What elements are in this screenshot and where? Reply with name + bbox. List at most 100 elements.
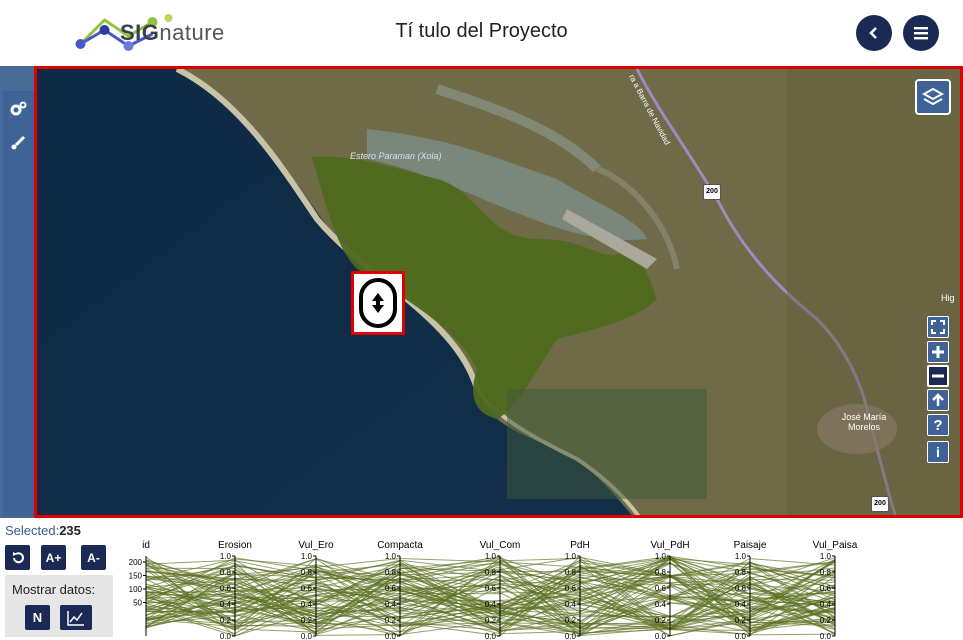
tick-label: 1.0 <box>385 552 397 561</box>
tick-label: 0.2 <box>820 616 832 625</box>
menu-button[interactable] <box>903 15 939 51</box>
move-up-button[interactable] <box>927 389 949 411</box>
tick-label: 0.8 <box>820 568 832 577</box>
show-chart-button[interactable] <box>60 605 92 630</box>
tick-label: 0.8 <box>220 568 232 577</box>
tick-label: 0.4 <box>385 600 397 609</box>
selected-count: Selected:235 <box>5 523 81 538</box>
highway-shield: 200 <box>703 184 721 200</box>
page-title: Tí tulo del Proyecto <box>395 20 568 42</box>
tick-label: 0.8 <box>301 568 313 577</box>
fullscreen-icon <box>931 320 945 334</box>
selected-label: Selected: <box>5 523 60 538</box>
tick-label: 150 <box>129 572 143 581</box>
tick-label: 0.2 <box>301 616 313 625</box>
tick-label: 0.4 <box>485 600 497 609</box>
left-toolbar <box>0 66 34 518</box>
tick-label: 1.0 <box>301 552 313 561</box>
font-decrease-button[interactable]: A- <box>81 545 106 570</box>
help-icon: ? <box>933 416 943 434</box>
axis-label: Vul_Paisa <box>813 540 858 551</box>
edge-place-label: Hig <box>941 293 955 303</box>
paintbrush-icon[interactable] <box>8 133 28 153</box>
tick-label: 0.6 <box>385 584 397 593</box>
tick-label: 0.4 <box>735 600 747 609</box>
tick-label: 0.8 <box>655 568 667 577</box>
tick-label: 1.0 <box>820 552 832 561</box>
chevron-left-icon <box>869 27 877 39</box>
hamburger-icon <box>914 27 928 40</box>
info-button[interactable]: i <box>927 441 949 463</box>
tick-label: 0.6 <box>220 584 232 593</box>
tick-label: 0.2 <box>485 616 497 625</box>
tick-label: 1.0 <box>220 552 232 561</box>
axis-label: Vul_PdH <box>650 540 689 551</box>
zoom-out-icon <box>932 374 944 378</box>
town-label: José María Morelos <box>841 412 887 432</box>
axis-label: Erosion <box>218 540 252 551</box>
reset-button[interactable] <box>5 545 30 570</box>
axis-label: Vul_Com <box>480 540 521 551</box>
arrow-up-icon <box>932 393 944 406</box>
tick-label: 0.4 <box>820 600 832 609</box>
map-view[interactable]: Estero Paraman (Xola) ra a Barra de Navi… <box>34 66 963 518</box>
tick-label: 0.2 <box>735 616 747 625</box>
axis-label: Vul_Ero <box>298 540 334 551</box>
tick-label: 0.2 <box>220 616 232 625</box>
tick-label: 0.4 <box>565 600 577 609</box>
layers-button[interactable] <box>915 79 951 115</box>
up-down-arrow-icon <box>372 293 384 313</box>
line-chart-icon <box>67 610 84 626</box>
tick-label: 0.4 <box>655 600 667 609</box>
tick-label: 0.8 <box>385 568 397 577</box>
tick-label: 0.6 <box>565 584 577 593</box>
tick-label: 0.8 <box>485 568 497 577</box>
help-button[interactable]: ? <box>927 414 949 436</box>
axis-label: id <box>142 540 150 551</box>
show-data-label: Mostrar datos: <box>12 582 96 597</box>
zoom-in-button[interactable] <box>927 341 949 363</box>
parallel-coordinates-chart[interactable]: id20015010050Erosion1.00.80.60.40.20.0Vu… <box>110 536 890 640</box>
tick-label: 1.0 <box>485 552 497 561</box>
estero-label: Estero Paraman (Xola) <box>350 151 442 161</box>
swipe-handle[interactable] <box>351 271 405 335</box>
tick-label: 0.2 <box>655 616 667 625</box>
undo-icon <box>12 551 24 563</box>
highway-shield: 200 <box>871 496 889 512</box>
tick-label: 0.6 <box>820 584 832 593</box>
tick-label: 0.2 <box>385 616 397 625</box>
layers-icon <box>922 87 944 106</box>
tick-label: 0.8 <box>565 568 577 577</box>
tick-label: 0.6 <box>655 584 667 593</box>
tick-label: 0.4 <box>301 600 313 609</box>
fullscreen-button[interactable] <box>927 316 949 338</box>
tick-label: 1.0 <box>565 552 577 561</box>
satellite-map-image <box>37 69 960 515</box>
tick-label: 1.0 <box>735 552 747 561</box>
data-panel: Selected:235 A+ A- Mostrar datos: N id 20… <box>0 518 963 640</box>
tick-label: 0.4 <box>220 600 232 609</box>
info-icon: i <box>936 444 940 460</box>
show-n-button[interactable]: N <box>25 605 50 630</box>
tick-label: 100 <box>129 585 143 594</box>
zoom-in-icon <box>932 346 944 358</box>
tick-label: 200 <box>129 558 143 567</box>
show-data-panel: Mostrar datos: N <box>5 575 113 637</box>
swipe-handle-pill <box>359 278 397 328</box>
axis-label: PdH <box>570 540 589 551</box>
tick-label: 1.0 <box>655 552 667 561</box>
axis-label: Paisaje <box>734 540 767 551</box>
tick-label: 0.2 <box>565 616 577 625</box>
tick-label: 50 <box>133 599 142 608</box>
left-toolbar-panel <box>3 91 34 516</box>
font-increase-button[interactable]: A+ <box>41 545 66 570</box>
app-header: SIGnature Tí tulo del Proyecto <box>0 0 963 66</box>
tick-label: 0.6 <box>735 584 747 593</box>
tick-label: 0.6 <box>485 584 497 593</box>
axis-label: Compacta <box>377 540 423 551</box>
tick-label: 0.6 <box>301 584 313 593</box>
tick-label: 0.8 <box>735 568 747 577</box>
back-button[interactable] <box>856 15 892 51</box>
zoom-out-button[interactable] <box>927 365 949 387</box>
cogs-icon[interactable] <box>8 99 28 119</box>
